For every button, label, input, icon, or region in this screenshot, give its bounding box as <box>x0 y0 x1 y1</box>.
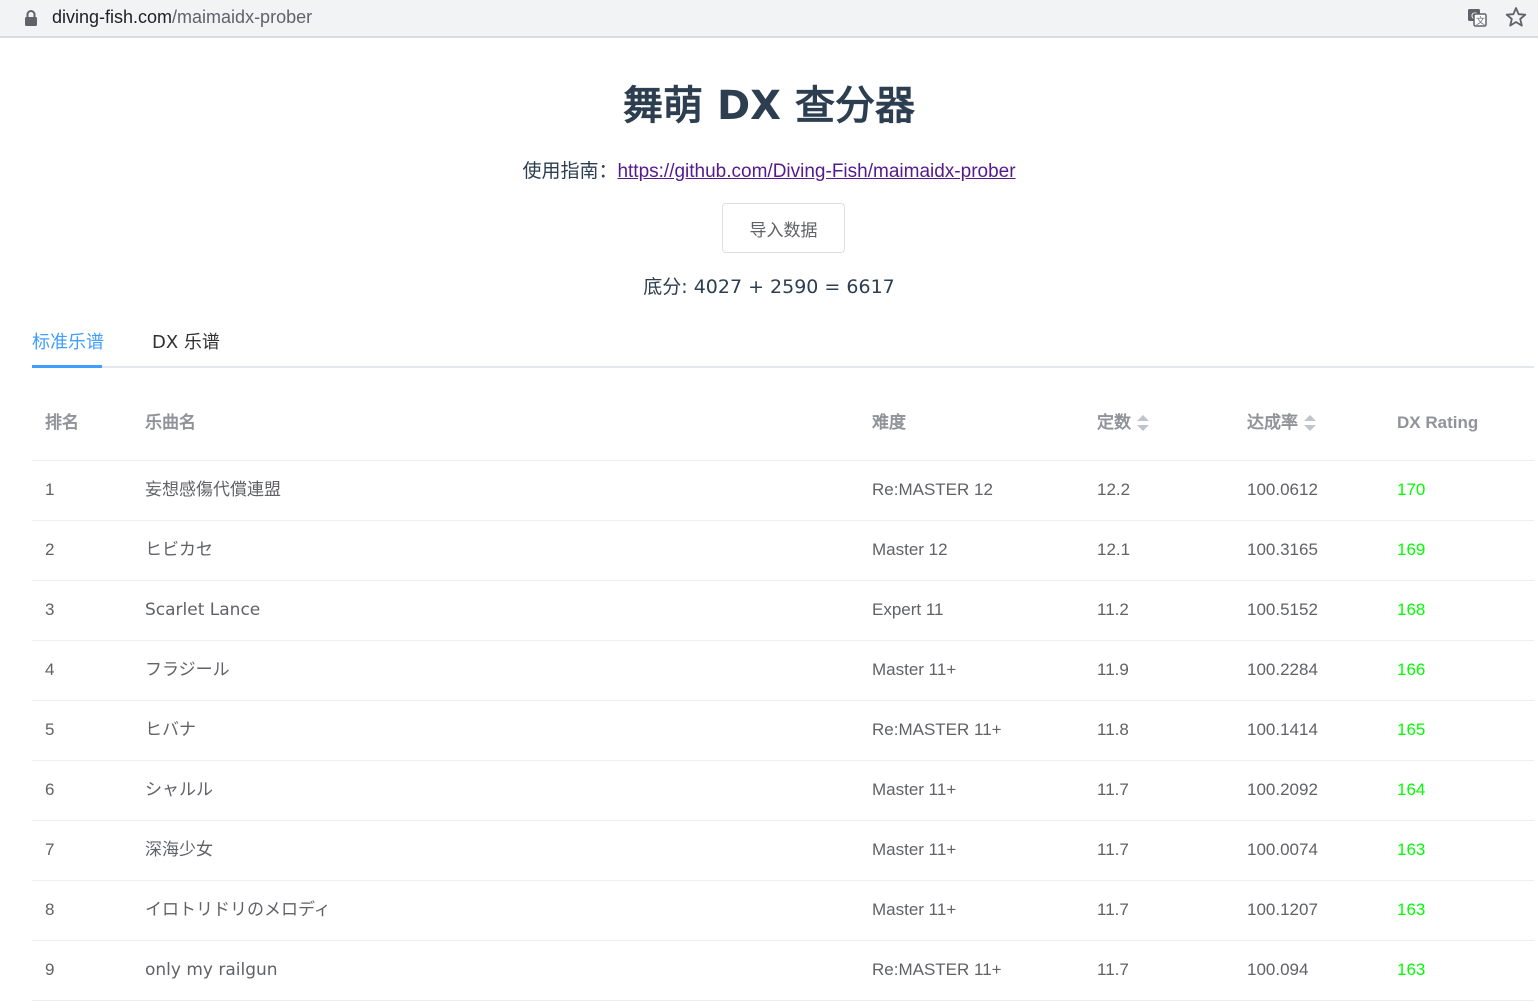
cell-song: シャルル <box>145 780 213 800</box>
cell-rank: 8 <box>45 900 55 919</box>
table-row: 1 妄想感傷代償連盟 Re:MASTER 12 12.2 100.0612 170 <box>32 461 1534 521</box>
cell-rate: 100.1207 <box>1247 900 1318 919</box>
table-header: 排名 乐曲名 难度 定数 达成率 DX Rating <box>32 392 1534 461</box>
base-score-text: 底分: 4027 + 2590 = 6617 <box>643 276 895 298</box>
chart-type-tabs: 标准乐谱 DX 乐谱 <box>32 326 1534 368</box>
table-row: 5 ヒバナ Re:MASTER 11+ 11.8 100.1414 165 <box>32 701 1534 761</box>
header-song: 乐曲名 <box>145 413 196 433</box>
cell-rate: 100.094 <box>1247 960 1309 979</box>
cell-song: Scarlet Lance <box>145 600 261 620</box>
cell-difficulty: Re:MASTER 11+ <box>872 720 1002 739</box>
guide-line: 使用指南：https://github.com/Diving-Fish/maim… <box>0 158 1538 185</box>
table-body: 1 妄想感傷代償連盟 Re:MASTER 12 12.2 100.0612 170 2 ヒビカ… <box>32 461 1534 1001</box>
cell-constant: 11.7 <box>1097 960 1129 979</box>
cell-constant: 11.8 <box>1097 720 1129 739</box>
table-row: 4 フラジール Master 11+ 11.9 100.2284 166 <box>32 641 1534 701</box>
cell-rank: 3 <box>45 600 55 619</box>
sort-caret-icon[interactable] <box>1137 414 1149 432</box>
table-row: 3 Scarlet Lance Expert 11 11.2 100.5152 168 <box>32 581 1534 641</box>
cell-difficulty: Expert 11 <box>872 600 944 619</box>
page-title: 舞萌 DX 查分器 <box>623 83 915 129</box>
cell-constant: 11.9 <box>1097 660 1129 679</box>
scores-table: 排名 乐曲名 难度 定数 达成率 DX Rating 1 妄想感傷代償連盟 Re:M… <box>32 392 1534 1001</box>
cell-song: 妄想感傷代償連盟 <box>145 480 281 500</box>
cell-rating: 163 <box>1397 840 1426 859</box>
header-rate-label: 达成率 <box>1247 413 1298 433</box>
guide-label: 使用指南： <box>522 160 618 182</box>
cell-song: イロトリドリのメロディ <box>145 900 331 920</box>
cell-rate: 100.0074 <box>1247 840 1318 859</box>
cell-rating: 163 <box>1397 960 1426 979</box>
header-constant-sortable[interactable]: 定数 <box>1097 412 1149 434</box>
cell-constant: 11.7 <box>1097 780 1129 799</box>
cell-rate: 100.2284 <box>1247 660 1318 679</box>
lock-icon <box>25 10 37 26</box>
cell-rate: 100.5152 <box>1247 600 1318 619</box>
cell-rank: 7 <box>45 840 55 859</box>
cell-constant: 11.2 <box>1097 600 1129 619</box>
cell-rating: 169 <box>1397 540 1426 559</box>
cell-song: ヒバナ <box>145 720 196 740</box>
cell-song: 深海少女 <box>145 840 213 860</box>
cell-rating: 166 <box>1397 660 1426 679</box>
cell-rank: 6 <box>45 780 55 799</box>
import-data-button[interactable]: 导入数据 <box>722 203 845 253</box>
header-constant-label: 定数 <box>1097 413 1131 433</box>
header-rate-sortable[interactable]: 达成率 <box>1247 412 1316 434</box>
table-row: 9 only my railgun Re:MASTER 11+ 11.7 100.094… <box>32 941 1534 1001</box>
cell-constant: 12.2 <box>1097 480 1131 499</box>
cell-constant: 11.7 <box>1097 840 1129 859</box>
cell-rank: 1 <box>45 480 55 499</box>
cell-rating: 165 <box>1397 720 1426 739</box>
tab-active-indicator <box>32 365 102 368</box>
url-path: /maimaidx-prober <box>172 7 313 27</box>
table-row: 8 イロトリドリのメロディ Master 11+ 11.7 100.1207 163 <box>32 881 1534 941</box>
bookmark-star-icon[interactable] <box>1505 6 1527 28</box>
cell-rank: 5 <box>45 720 55 739</box>
url-text[interactable]: diving-fish.com/maimaidx-prober <box>52 6 312 28</box>
tab-standard-charts[interactable]: 标准乐谱 <box>32 330 104 356</box>
cell-difficulty: Re:MASTER 12 <box>872 480 993 499</box>
cell-rating: 168 <box>1397 600 1426 619</box>
cell-song: フラジール <box>145 660 230 680</box>
cell-rating: 164 <box>1397 780 1426 799</box>
cell-constant: 11.7 <box>1097 900 1129 919</box>
cell-difficulty: Re:MASTER 11+ <box>872 960 1002 979</box>
cell-rating: 163 <box>1397 900 1426 919</box>
svg-text:文: 文 <box>1476 15 1485 27</box>
cell-difficulty: Master 12 <box>872 540 948 559</box>
url-domain: diving-fish.com <box>52 7 173 27</box>
cell-rate: 100.3165 <box>1247 540 1318 559</box>
cell-rank: 2 <box>45 540 55 559</box>
cell-rate: 100.0612 <box>1247 480 1318 499</box>
cell-rate: 100.2092 <box>1247 780 1318 799</box>
cell-difficulty: Master 11+ <box>872 660 957 679</box>
tab-dx-charts[interactable]: DX 乐谱 <box>152 330 220 356</box>
cell-rate: 100.1414 <box>1247 720 1318 739</box>
translate-icon[interactable]: G 文 <box>1466 6 1488 28</box>
table-row: 6 シャルル Master 11+ 11.7 100.2092 164 <box>32 761 1534 821</box>
cell-rank: 9 <box>45 960 55 979</box>
header-difficulty: 难度 <box>872 413 906 433</box>
cell-difficulty: Master 11+ <box>872 900 957 919</box>
tabs-divider <box>32 366 1534 368</box>
table-row: 7 深海少女 Master 11+ 11.7 100.0074 163 <box>32 821 1534 881</box>
cell-rating: 170 <box>1397 480 1426 499</box>
cell-difficulty: Master 11+ <box>872 840 957 859</box>
sort-caret-icon[interactable] <box>1304 414 1316 432</box>
guide-link[interactable]: https://github.com/Diving-Fish/maimaidx-… <box>617 161 1015 182</box>
cell-song: ヒビカセ <box>145 540 213 560</box>
header-rating: DX Rating <box>1397 413 1479 432</box>
browser-address-bar[interactable]: diving-fish.com/maimaidx-prober G 文 <box>0 0 1538 38</box>
cell-rank: 4 <box>45 660 55 679</box>
cell-difficulty: Master 11+ <box>872 780 957 799</box>
header-rank: 排名 <box>45 413 79 433</box>
cell-song: only my railgun <box>145 960 278 980</box>
table-row: 2 ヒビカセ Master 12 12.1 100.3165 169 <box>32 521 1534 581</box>
cell-constant: 12.1 <box>1097 540 1131 559</box>
